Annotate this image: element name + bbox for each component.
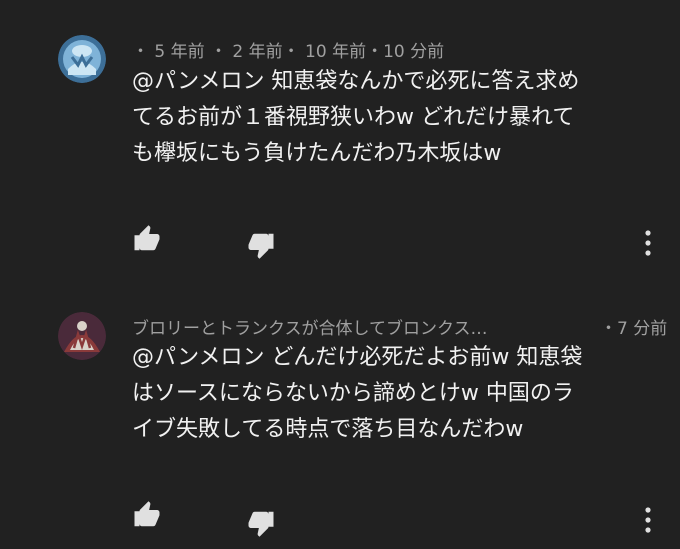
comment-line: @パンメロン どんだけ必死だよお前w 知恵袋 — [132, 345, 583, 370]
comment-line: も欅坂にもう負けたんだわ乃木坂はw — [132, 141, 502, 166]
avatar[interactable] — [58, 35, 106, 83]
comment-line: イブ失敗してる時点で落ち目なんだわw — [132, 417, 524, 442]
comment-body: @パンメロン どんだけ必死だよお前w 知恵袋 はソースにならないから諦めとけw … — [132, 340, 672, 448]
thumb-down-icon[interactable] — [246, 508, 276, 538]
thumb-down-icon[interactable] — [246, 230, 276, 260]
comment-body: @パンメロン 知恵袋なんかで必死に答え求め てるお前が１番視野狭いわw どれだけ… — [132, 64, 672, 172]
comment-timestamp: ・ 5 年前 ・ 2 年前・ 10 年前・10 分前 — [132, 42, 445, 62]
avatar[interactable] — [58, 312, 106, 360]
comment-2: ブロリーとトランクスが合体してブロンクス… ・7 分前 @パンメロン どんだけ必… — [0, 280, 680, 549]
comment-line: @パンメロン 知恵袋なんかで必死に答え求め — [132, 69, 580, 94]
thumb-up-icon[interactable] — [132, 224, 162, 254]
comment-1: ・ 5 年前 ・ 2 年前・ 10 年前・10 分前 @パンメロン 知恵袋なんか… — [0, 0, 680, 280]
comment-line: はソースにならないから諦めとけw 中国のラ — [132, 381, 574, 406]
avatar-image — [58, 312, 106, 360]
comment-author[interactable]: ブロリーとトランクスが合体してブロンクス… — [132, 314, 487, 339]
comment-timestamp: ・7 分前 — [600, 319, 668, 339]
more-vert-icon[interactable] — [643, 506, 653, 534]
comment-meta: ブロリーとトランクスが合体してブロンクス… — [132, 314, 487, 339]
avatar-image — [58, 35, 106, 83]
comment-meta: ・ 5 年前 ・ 2 年前・ 10 年前・10 分前 — [132, 37, 444, 62]
comment-line: てるお前が１番視野狭いわw どれだけ暴れて — [132, 105, 575, 130]
thumb-up-icon[interactable] — [132, 500, 162, 530]
more-vert-icon[interactable] — [643, 229, 653, 257]
